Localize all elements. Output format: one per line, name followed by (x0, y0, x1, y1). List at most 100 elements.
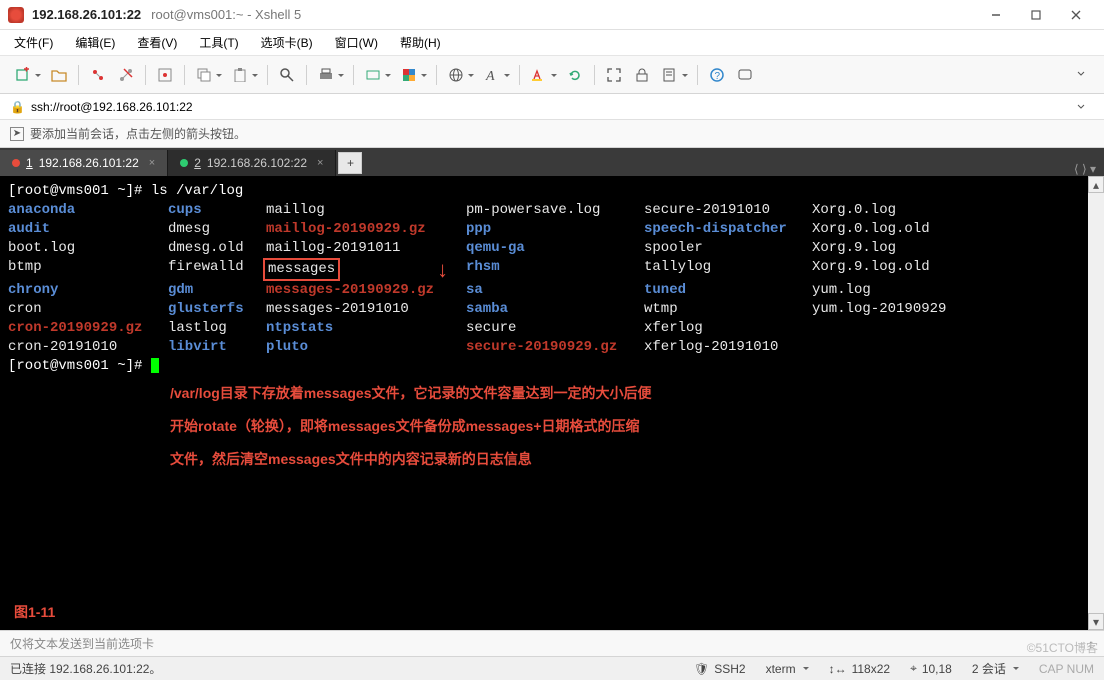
toolbar: A ? (0, 56, 1104, 94)
ls-cell: sa (466, 281, 644, 300)
address-text[interactable]: ssh://root@192.168.26.101:22 (31, 100, 193, 114)
status-term[interactable]: xterm (766, 662, 809, 676)
ls-cell: cups (168, 201, 266, 220)
annotation-arrow-icon: ↓ (436, 262, 449, 281)
fullscreen-button[interactable] (601, 62, 627, 88)
status-dot-disconnected-icon (12, 159, 20, 167)
tab-number: 1 (26, 156, 33, 170)
highlight-button[interactable] (526, 62, 560, 88)
ls-cell: cron (8, 300, 168, 319)
status-dot-connected-icon (180, 159, 188, 167)
separator (306, 65, 307, 85)
lock-icon: 🔒 (10, 100, 25, 114)
help-button[interactable]: ? (704, 62, 730, 88)
scrollbar[interactable]: ▴ ▾ (1088, 176, 1104, 630)
tab-session-2[interactable]: 2 192.168.26.102:22 × (168, 150, 336, 176)
ls-row: cronglusterfsmessages-20191010sambawtmpy… (8, 300, 1080, 319)
minimize-button[interactable] (976, 2, 1016, 28)
ls-cell: yum.log (812, 281, 871, 300)
tab-label: 192.168.26.101:22 (39, 156, 139, 170)
open-button[interactable] (46, 62, 72, 88)
ls-cell: samba (466, 300, 644, 319)
tab-close-icon[interactable]: × (149, 157, 155, 169)
toolbar-options-button[interactable] (1068, 62, 1094, 88)
tab-add-button[interactable]: + (338, 152, 362, 174)
menu-edit[interactable]: 编辑(E) (71, 32, 119, 53)
menu-file[interactable]: 文件(F) (10, 32, 57, 53)
ls-cell: spooler (644, 239, 812, 258)
ls-cell: tuned (644, 281, 812, 300)
disconnect-button[interactable] (113, 62, 139, 88)
status-connected: 已连接 192.168.26.101:22。 (10, 660, 161, 677)
separator (145, 65, 146, 85)
ls-row: cron-20190929.gzlastlogntpstatssecurexfe… (8, 319, 1080, 338)
menu-tabs[interactable]: 选项卡(B) (257, 32, 317, 53)
annotation-line-3: 文件，然后清空messages文件中的内容记录新的日志信息 (170, 450, 870, 469)
addressbar: 🔒 ssh://root@192.168.26.101:22 (0, 94, 1104, 120)
ls-row: btmpfirewalldmessagesrhsmtallylogXorg.9.… (8, 258, 1080, 281)
ls-cell: libvirt (168, 338, 266, 357)
close-button[interactable] (1056, 2, 1096, 28)
refresh-button[interactable] (562, 62, 588, 88)
ls-row: cron-20191010libvirtplutosecure-20190929… (8, 338, 1080, 357)
compose-resize-icon[interactable]: ↕ (1088, 637, 1094, 651)
tab-nav-icon[interactable]: ⟨ ⟩ ▾ (1066, 162, 1104, 176)
address-dropdown-button[interactable] (1068, 94, 1094, 120)
menubar: 文件(F) 编辑(E) 查看(V) 工具(T) 选项卡(B) 窗口(W) 帮助(… (0, 30, 1104, 56)
ls-cell: rhsm (466, 258, 644, 281)
menu-tools[interactable]: 工具(T) (195, 32, 242, 53)
annotation-line-1: /var/log目录下存放着messages文件，它记录的文件容量达到一定的大小… (170, 384, 870, 403)
ls-cell: gdm (168, 281, 266, 300)
paste-button[interactable] (227, 62, 261, 88)
properties-button[interactable] (152, 62, 178, 88)
font-button[interactable]: A (479, 62, 513, 88)
tab-close-icon[interactable]: × (317, 157, 323, 169)
separator (184, 65, 185, 85)
ls-cell: wtmp (644, 300, 812, 319)
separator (519, 65, 520, 85)
ls-cell: dmesg.old (168, 239, 266, 258)
menu-view[interactable]: 查看(V) (133, 32, 181, 53)
lock-button[interactable] (629, 62, 655, 88)
title-suffix: root@vms001:~ - Xshell 5 (151, 7, 301, 22)
ls-cell: glusterfs (168, 300, 266, 319)
arrow-icon[interactable]: ➤ (10, 127, 24, 141)
tab-session-1[interactable]: 1 192.168.26.101:22 × (0, 150, 168, 176)
ls-row: auditdmesgmaillog-20190929.gzpppspeech-d… (8, 220, 1080, 239)
ls-cell: cron-20190929.gz (8, 319, 168, 338)
ls-cell: firewalld (168, 258, 266, 281)
copy-button[interactable] (191, 62, 225, 88)
scroll-track[interactable] (1088, 193, 1104, 613)
ls-cell: Xorg.9.log (812, 239, 896, 258)
ls-cell: chrony (8, 281, 168, 300)
ls-cell: tallylog (644, 258, 812, 281)
scroll-down-button[interactable]: ▾ (1088, 613, 1104, 630)
ls-cell: secure-20191010 (644, 201, 812, 220)
compose-bar[interactable]: 仅将文本发送到当前选项卡 ↕ (0, 630, 1104, 656)
status-cursor: ⌖ 10,18 (910, 661, 952, 676)
color-scheme-button[interactable] (396, 62, 430, 88)
maximize-button[interactable] (1016, 2, 1056, 28)
xftp-button[interactable] (360, 62, 394, 88)
compose-button[interactable] (732, 62, 758, 88)
terminal[interactable]: [root@vms001 ~]# ls /var/log anacondacup… (0, 176, 1088, 630)
menu-window[interactable]: 窗口(W) (331, 32, 382, 53)
log-button[interactable] (657, 62, 691, 88)
encoding-button[interactable] (443, 62, 477, 88)
status-sessions[interactable]: 2 会话 (972, 660, 1019, 677)
ls-cell: dmesg (168, 220, 266, 239)
title-address: 192.168.26.101:22 (32, 7, 141, 22)
menu-help[interactable]: 帮助(H) (396, 32, 445, 53)
ls-cell: ntpstats (266, 319, 466, 338)
new-session-button[interactable] (10, 62, 44, 88)
compose-placeholder: 仅将文本发送到当前选项卡 (10, 635, 154, 652)
annotation-line-2: 开始rotate（轮换），即将messages文件备份成messages+日期格… (170, 417, 870, 436)
ls-cell: btmp (8, 258, 168, 281)
reconnect-button[interactable] (85, 62, 111, 88)
ls-cell: secure-20190929.gz (466, 338, 644, 357)
window-controls (976, 2, 1096, 28)
scroll-up-button[interactable]: ▴ (1088, 176, 1104, 193)
ls-cell: anaconda (8, 201, 168, 220)
print-button[interactable] (313, 62, 347, 88)
find-button[interactable] (274, 62, 300, 88)
